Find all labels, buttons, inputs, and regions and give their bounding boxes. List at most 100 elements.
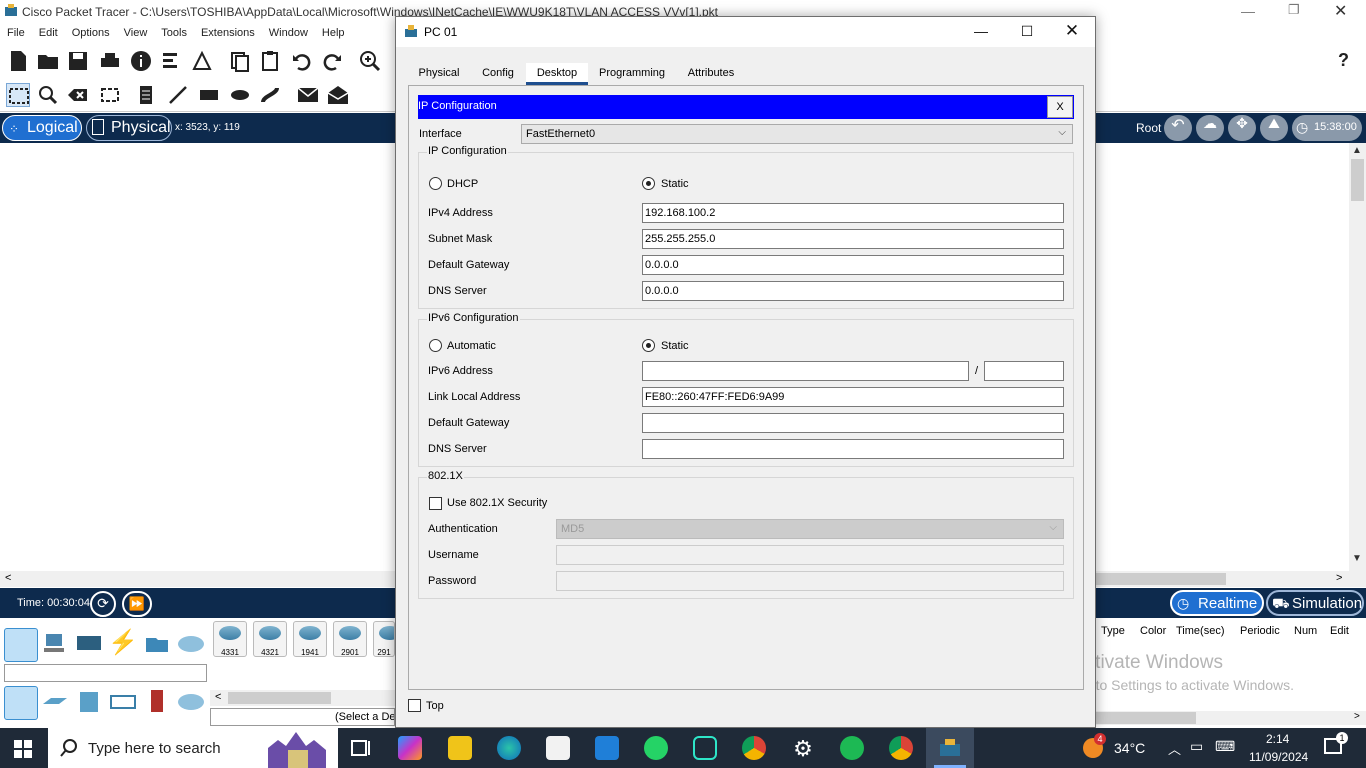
components-category[interactable] xyxy=(74,628,108,662)
event-scroll-thumb[interactable] xyxy=(1096,712,1196,724)
pc-maximize-icon[interactable]: ☐ xyxy=(1004,17,1050,47)
vertical-scrollbar[interactable]: ▲ ▼ xyxy=(1349,143,1366,571)
router-model-4321[interactable]: 4321 xyxy=(253,621,287,657)
file-explorer-icon[interactable] xyxy=(448,736,472,760)
restore-icon[interactable]: ❐ xyxy=(1288,2,1300,18)
scroll-up-icon[interactable]: ▲ xyxy=(1352,145,1362,156)
show-hidden-icons-icon[interactable]: ︿ xyxy=(1168,739,1181,758)
move-icon[interactable]: ✥ xyxy=(1228,115,1256,141)
activity-wizard-icon[interactable] xyxy=(190,49,214,73)
add-simple-pdu-icon[interactable] xyxy=(296,83,320,107)
router-model-4331[interactable]: 4331 xyxy=(213,621,247,657)
keyboard-icon[interactable]: ⌨ xyxy=(1215,738,1235,755)
inspect-icon[interactable] xyxy=(36,83,60,107)
tab-attributes[interactable]: Attributes xyxy=(676,63,746,85)
close-icon[interactable]: ✕ xyxy=(1334,1,1347,21)
whatsapp-icon[interactable] xyxy=(644,736,668,760)
horizontal-scroll-thumb[interactable] xyxy=(1096,573,1226,585)
wan-emulation-subcategory[interactable] xyxy=(176,686,210,720)
packet-tracer-taskbar-button[interactable] xyxy=(926,728,974,768)
use-dot1x-checkbox[interactable] xyxy=(429,497,442,510)
simulation-button[interactable]: ⛟ Simulation xyxy=(1266,590,1364,616)
chrome-icon[interactable] xyxy=(742,736,766,760)
power-cycle-icon[interactable]: ⟳ xyxy=(90,591,116,617)
routers-subcategory[interactable] xyxy=(4,686,38,720)
network-devices-category[interactable] xyxy=(4,628,38,662)
resize-shape-icon[interactable] xyxy=(98,83,122,107)
place-note-icon[interactable] xyxy=(134,83,158,107)
realtime-button[interactable]: ◷ Realtime xyxy=(1170,590,1264,616)
device-scroll-thumb[interactable] xyxy=(228,692,331,704)
misc-category[interactable] xyxy=(142,628,176,662)
mail-icon[interactable] xyxy=(595,736,619,760)
open-folder-icon[interactable] xyxy=(36,49,60,73)
taskbar-date[interactable]: 11/09/2024 xyxy=(1249,750,1308,764)
network-info-icon[interactable] xyxy=(160,49,184,73)
select-tool-icon[interactable] xyxy=(6,83,30,107)
menu-window[interactable]: Window xyxy=(262,24,315,42)
ip-config-close-button[interactable]: X xyxy=(1047,96,1073,118)
back-icon[interactable]: ↶ xyxy=(1164,115,1192,141)
menu-options[interactable]: Options xyxy=(65,24,117,42)
tab-desktop[interactable]: Desktop xyxy=(526,63,588,85)
menu-help[interactable]: Help xyxy=(315,24,352,42)
static-ipv6-radio[interactable] xyxy=(642,339,655,352)
info-icon[interactable] xyxy=(129,49,153,73)
vertical-scroll-thumb[interactable] xyxy=(1351,159,1364,201)
connections-category[interactable]: ⚡ xyxy=(108,628,142,662)
settings-gear-icon[interactable]: ⚙ xyxy=(791,736,815,761)
windows-start-icon[interactable] xyxy=(14,740,32,758)
physical-tab[interactable]: Physical xyxy=(86,115,172,141)
multiuser-category[interactable] xyxy=(176,628,210,662)
dhcp-radio[interactable] xyxy=(429,177,442,190)
menu-edit[interactable]: Edit xyxy=(32,24,65,42)
new-file-icon[interactable] xyxy=(6,49,30,73)
save-icon[interactable] xyxy=(66,49,90,73)
draw-rectangle-icon[interactable] xyxy=(197,83,221,107)
draw-ellipse-icon[interactable] xyxy=(228,83,252,107)
end-devices-category[interactable] xyxy=(40,628,74,662)
device-list-scrollbar[interactable]: < xyxy=(210,690,395,706)
zoom-in-icon[interactable] xyxy=(358,49,382,73)
tab-programming[interactable]: Programming xyxy=(588,63,676,85)
event-scroll-right-icon[interactable]: > xyxy=(1354,711,1360,722)
switches-subcategory[interactable] xyxy=(40,686,74,720)
menu-tools[interactable]: Tools xyxy=(154,24,194,42)
task-view-icon[interactable] xyxy=(350,737,374,761)
link-local-input[interactable]: FE80::260:47FF:FED6:9A99 xyxy=(642,387,1064,407)
event-list-scrollbar[interactable]: > xyxy=(1096,711,1366,725)
taskbar-search-box[interactable]: Type here to search xyxy=(48,728,338,768)
draw-line-icon[interactable] xyxy=(166,83,190,107)
mountain-icon[interactable]: ⛰ xyxy=(1260,115,1288,141)
logical-tab[interactable]: ⁘ Logical xyxy=(2,115,82,141)
authentication-select[interactable]: MD5 ⌵ xyxy=(556,519,1064,539)
fast-forward-icon[interactable]: ⏩ xyxy=(122,591,152,617)
help-icon[interactable]: ? xyxy=(1338,50,1349,71)
static-ipv4-radio[interactable] xyxy=(642,177,655,190)
password-input[interactable] xyxy=(556,571,1064,591)
router-model-2901[interactable]: 2901 xyxy=(333,621,367,657)
pc-close-icon[interactable]: ✕ xyxy=(1049,17,1095,47)
nox-icon[interactable] xyxy=(693,736,717,760)
ipv4-address-input[interactable]: 192.168.100.2 xyxy=(642,203,1064,223)
router-model-1941[interactable]: 1941 xyxy=(293,621,327,657)
edge-icon[interactable] xyxy=(497,736,521,760)
security-subcategory[interactable] xyxy=(142,686,176,720)
automatic-ipv6-radio[interactable] xyxy=(429,339,442,352)
scroll-down-icon[interactable]: ▼ xyxy=(1352,553,1362,564)
paste-icon[interactable] xyxy=(258,49,282,73)
menu-extensions[interactable]: Extensions xyxy=(194,24,262,42)
redo-icon[interactable] xyxy=(320,49,344,73)
add-complex-pdu-icon[interactable] xyxy=(326,83,350,107)
ipv6-gateway-input[interactable] xyxy=(642,413,1064,433)
copy-icon[interactable] xyxy=(228,49,252,73)
top-checkbox[interactable] xyxy=(408,699,421,712)
freeform-icon[interactable] xyxy=(258,83,282,107)
chrome-profile-icon[interactable] xyxy=(889,736,913,760)
cloud-icon[interactable]: ☁ xyxy=(1196,115,1224,141)
undo-icon[interactable] xyxy=(290,49,314,73)
weather-temperature[interactable]: 34°C xyxy=(1114,740,1145,756)
print-icon[interactable] xyxy=(98,49,122,73)
clock-button[interactable]: ◷ 15:38:00 xyxy=(1292,115,1362,141)
ipv6-prefix-input[interactable] xyxy=(984,361,1064,381)
